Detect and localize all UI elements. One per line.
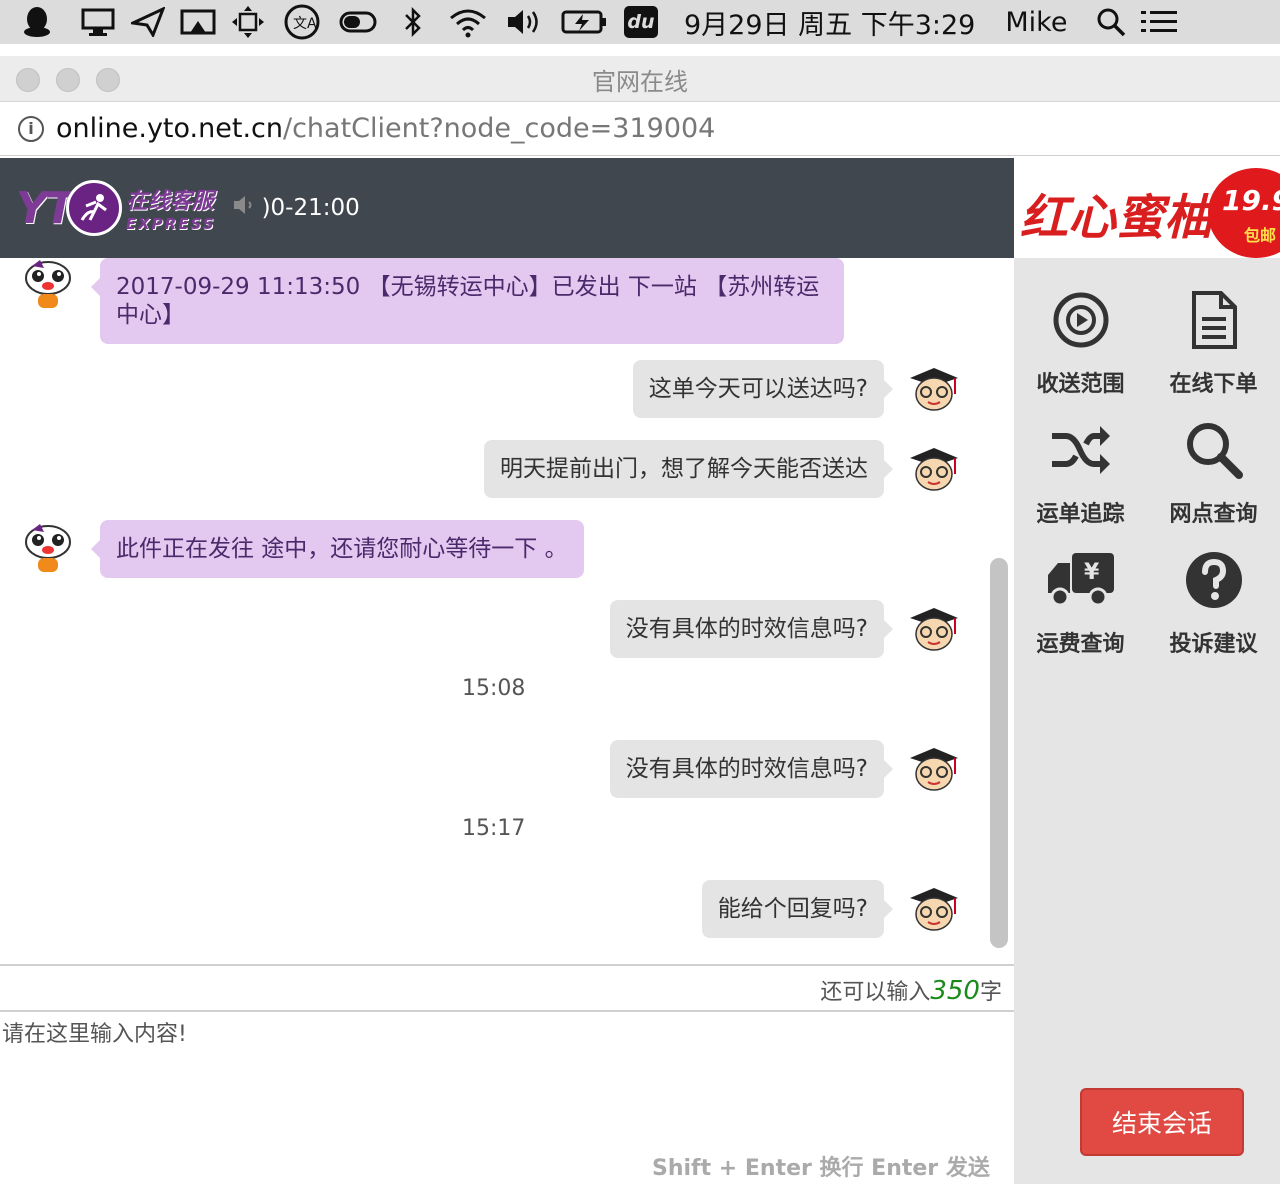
logo-en-text: EXPRESS (125, 215, 216, 233)
system-menu-bar: 文A du 9月29日 周五 下午3:29 Mike (0, 0, 1280, 44)
menubar-user[interactable]: Mike (1005, 7, 1067, 38)
translate-icon[interactable]: 文A (274, 0, 330, 44)
input-counter-row: 还可以输入350字 (0, 964, 1014, 1012)
spotlight-search-icon[interactable] (1091, 0, 1131, 44)
list-menu-icon[interactable] (1139, 0, 1179, 44)
counter-prefix: 还可以输入 (820, 980, 931, 1005)
speaker-icon[interactable] (232, 193, 258, 223)
url-host: online.yto.net.cn (56, 113, 283, 144)
user-message: 没有具体的时效信息吗? (609, 740, 893, 798)
user-message: 明天提前出门，想了解今天能否送达 (484, 440, 893, 498)
user-message: 这单今天可以送达吗? (632, 360, 893, 418)
ad-shipping: 包邮 (1244, 226, 1277, 245)
message-text: 明天提前出门，想了解今天能否送达 (500, 456, 868, 482)
sidebar-item-label: 运费查询 (1036, 632, 1125, 657)
send-hint: Shift + Enter 换行 Enter 发送 (652, 1156, 990, 1181)
sidebar-item-freight-query[interactable]: ¥ 运费查询 (1014, 528, 1147, 658)
message-text: 这单今天可以送达吗? (648, 376, 868, 402)
user-avatar-icon (906, 602, 962, 656)
du-badge-label: du (624, 6, 658, 38)
wifi-icon[interactable] (440, 0, 496, 44)
sidebar-item-tracking[interactable]: 运单追踪 (1014, 398, 1147, 528)
user-avatar-icon (906, 742, 962, 796)
user-avatar-icon (906, 882, 962, 936)
play-circle-icon (1046, 288, 1116, 352)
logo-runner-icon (65, 180, 122, 236)
logo-cn-text: 在线客服 (125, 189, 214, 214)
service-hours: )0-21:00 (261, 195, 360, 221)
user-message: 能给个回复吗? (701, 880, 893, 938)
airplay-icon[interactable] (174, 0, 222, 44)
message-timestamp: 15:17 (462, 816, 526, 841)
sidebar-item-label: 网点查询 (1169, 502, 1258, 527)
user-message: 没有具体的时效信息吗? (609, 600, 893, 658)
sidebar-item-label: 收送范围 (1036, 372, 1125, 397)
question-circle-icon (1179, 548, 1249, 612)
message-timestamp: 15:08 (462, 676, 526, 701)
agent-message: 此件正在发往 途中，还请您耐心等待一下 。 (91, 520, 584, 578)
paper-plane-icon[interactable] (122, 0, 174, 44)
char-counter: 还可以输入350字 (820, 974, 1002, 1006)
message-text: 没有具体的时效信息吗? (625, 616, 868, 642)
message-text: 2017-09-29 11:13:50 【无锡转运中心】已发出 下一站 【苏州转… (116, 274, 820, 328)
window-title: 官网在线 (592, 68, 688, 96)
document-icon (1179, 288, 1249, 352)
user-avatar-icon (906, 362, 962, 416)
chat-header: YT 在线客服 EXPRESS )0-21:00 (0, 158, 1014, 258)
price-badge: 19.9 包邮 (1208, 168, 1280, 258)
du-icon[interactable]: du (616, 0, 666, 44)
svg-text:¥: ¥ (1084, 560, 1100, 585)
search-icon (1179, 418, 1249, 482)
message-text: 没有具体的时效信息吗? (625, 756, 868, 782)
volume-icon[interactable] (496, 0, 552, 44)
counter-value: 350 (930, 976, 980, 1006)
sidebar-item-label: 投诉建议 (1169, 632, 1258, 657)
quick-links-sidebar: 收送范围 在线下单 运单追踪 网点查询 ¥ 运费查询 投诉建议 (1014, 258, 1280, 1184)
info-icon[interactable]: i (18, 115, 44, 142)
message-list[interactable]: 2017-09-29 11:13:50 【无锡转运中心】已发出 下一站 【苏州转… (0, 258, 1014, 964)
bluetooth-icon[interactable] (386, 0, 440, 44)
truck-yen-icon: ¥ (1046, 548, 1116, 612)
qq-icon[interactable] (0, 0, 74, 44)
message-input[interactable] (0, 1012, 1014, 1142)
toggle-icon[interactable] (330, 0, 386, 44)
sidebar-item-label: 在线下单 (1169, 372, 1258, 397)
move-arrows-icon[interactable] (222, 0, 274, 44)
agent-avatar-icon (20, 522, 76, 576)
logo-yt-text: YT (16, 182, 75, 234)
message-scrollbar[interactable] (990, 558, 1008, 948)
svg-text:文A: 文A (293, 16, 317, 32)
ad-text: 红心蜜柚 (1020, 190, 1213, 246)
menubar-datetime[interactable]: 9月29日 周五 下午3:29 (684, 3, 975, 42)
user-avatar-icon (906, 442, 962, 496)
message-text: 此件正在发往 途中，还请您耐心等待一下 。 (116, 536, 568, 562)
sidebar-item-complaint[interactable]: 投诉建议 (1147, 528, 1280, 658)
yto-logo: YT 在线客服 EXPRESS (16, 180, 216, 236)
message-text: 能给个回复吗? (717, 896, 868, 922)
ad-banner[interactable]: 红心蜜柚 19.9 包邮 (1014, 158, 1280, 258)
sidebar-item-online-order[interactable]: 在线下单 (1147, 268, 1280, 398)
url-path: /chatClient?node_code=319004 (282, 113, 716, 144)
url-text[interactable]: online.yto.net.cn/chatClient?node_code=3… (56, 113, 715, 144)
address-bar[interactable]: i online.yto.net.cn/chatClient?node_code… (0, 102, 1280, 156)
battery-icon (552, 0, 616, 44)
remote-desktop-icon[interactable] (74, 0, 122, 44)
sidebar-item-branch-search[interactable]: 网点查询 (1147, 398, 1280, 528)
sidebar-item-delivery-range[interactable]: 收送范围 (1014, 268, 1147, 398)
agent-avatar-icon (20, 258, 76, 312)
sidebar-item-label: 运单追踪 (1036, 502, 1125, 527)
ad-price: 19.9 (1222, 184, 1280, 217)
agent-message: 2017-09-29 11:13:50 【无锡转运中心】已发出 下一站 【苏州转… (91, 258, 844, 344)
shuffle-icon (1046, 418, 1116, 482)
end-session-button[interactable]: 结束会话 (1080, 1088, 1244, 1156)
counter-suffix: 字 (979, 980, 1002, 1005)
